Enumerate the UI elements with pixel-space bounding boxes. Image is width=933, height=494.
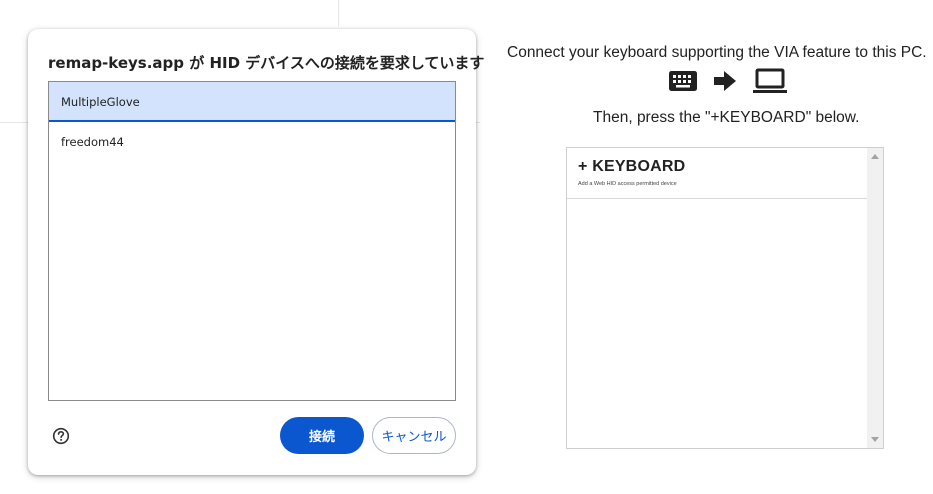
add-keyboard-title: + KEYBOARD (578, 158, 686, 175)
connect-button[interactable]: 接続 (280, 417, 364, 454)
device-label: freedom44 (61, 135, 124, 149)
then-instruction: Then, press the "+KEYBOARD" below. (593, 109, 860, 126)
scroll-up-arrow-icon[interactable] (871, 154, 879, 159)
connect-instruction: Connect your keyboard supporting the VIA… (507, 44, 927, 61)
device-item-multipleglove[interactable]: MultipleGlove (49, 82, 455, 122)
device-label: MultipleGlove (61, 95, 140, 109)
background-divider (338, 0, 339, 26)
keyboard-list: + KEYBOARD Add a Web HID access permitte… (566, 147, 884, 449)
device-item-freedom44[interactable]: freedom44 (49, 122, 455, 162)
help-circle-icon[interactable] (52, 427, 70, 445)
background-divider (0, 122, 30, 123)
add-keyboard-subtitle: Add a Web HID access permitted device (578, 181, 677, 187)
cancel-button[interactable]: キャンセル (372, 417, 456, 454)
laptop-icon (753, 68, 787, 93)
keyboard-list-scrollbar[interactable] (867, 148, 883, 448)
connection-icons (668, 66, 788, 96)
hid-permission-dialog: remap-keys.app が HID デバイスへの接続を要求しています Mu… (28, 29, 484, 475)
add-keyboard-button[interactable]: + KEYBOARD Add a Web HID access permitte… (567, 148, 868, 199)
keyboard-icon (669, 71, 697, 91)
page: Connect your keyboard supporting the VIA… (0, 0, 933, 494)
scroll-down-arrow-icon[interactable] (871, 437, 879, 442)
device-list: MultipleGlove freedom44 (48, 81, 456, 401)
dialog-title: remap-keys.app が HID デバイスへの接続を要求しています (48, 54, 485, 72)
arrow-right-icon (714, 71, 736, 91)
